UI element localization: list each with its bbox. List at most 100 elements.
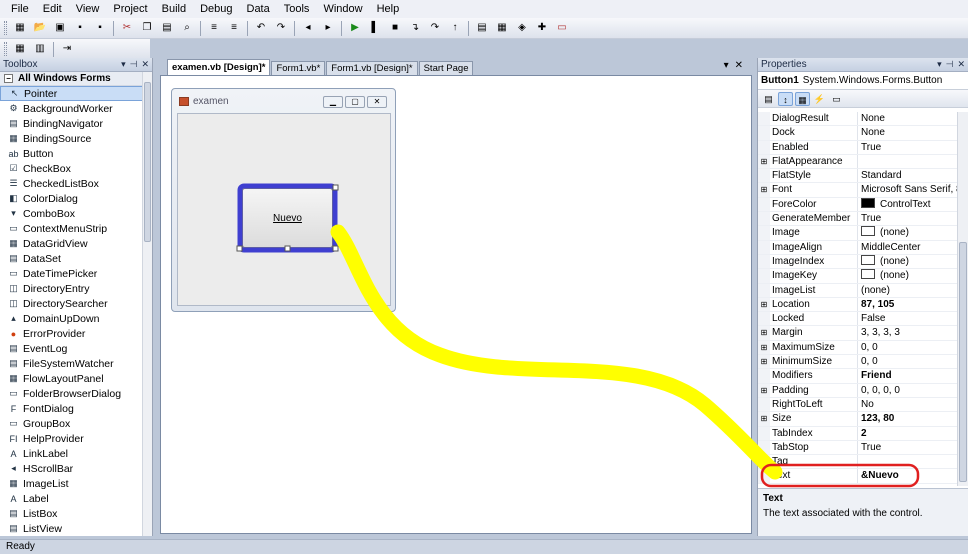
property-value[interactable]: (none)	[858, 254, 958, 268]
property-row-image[interactable]: Image (none)	[758, 226, 958, 241]
toolbox-item-contextmenustrip[interactable]: ▭ ContextMenuStrip	[0, 221, 152, 236]
property-value[interactable]: 123, 80	[858, 412, 958, 425]
toolbox-item-listbox[interactable]: ▤ ListBox	[0, 506, 152, 521]
toolbox-item-folderbrowserdialog[interactable]: ▭ FolderBrowserDialog	[0, 386, 152, 401]
navigate-back-icon[interactable]: ◂	[300, 20, 316, 36]
new-project-icon[interactable]: ▦	[12, 20, 28, 36]
toolbox-item-listview[interactable]: ▤ ListView	[0, 521, 152, 536]
alphabetical-icon[interactable]: ↕	[778, 91, 793, 106]
object-selector[interactable]: Button1 System.Windows.Forms.Button	[758, 72, 968, 90]
expand-icon[interactable]: ⊞	[758, 297, 770, 312]
undo-icon[interactable]: ↶	[253, 20, 269, 36]
toolbar-grip[interactable]	[4, 21, 7, 35]
property-value[interactable]	[858, 155, 958, 168]
expand-icon[interactable]: ⊞	[758, 326, 770, 340]
dropdown-icon[interactable]: ▾	[121, 59, 126, 69]
toolbox-item-bindingnavigator[interactable]: ▤ BindingNavigator	[0, 116, 152, 131]
toolbox-item-dataset[interactable]: ▤ DataSet	[0, 251, 152, 266]
toolbox-item-backgroundworker[interactable]: ⚙ BackgroundWorker	[0, 101, 152, 116]
step-over-icon[interactable]: ↷	[427, 20, 443, 36]
property-row-modifiers[interactable]: Modifiers Friend	[758, 369, 958, 384]
open-icon[interactable]: 📂	[32, 20, 48, 36]
property-value[interactable]: Standard	[858, 169, 958, 182]
expand-icon[interactable]: ⊞	[758, 383, 770, 397]
scroll-thumb[interactable]	[144, 82, 151, 242]
close-icon[interactable]: ✕	[957, 59, 965, 69]
toolbox-item-bindingsource[interactable]: ▦ BindingSource	[0, 131, 152, 146]
property-row-imagekey[interactable]: ImageKey (none)	[758, 269, 958, 284]
document-tab[interactable]: Start Page	[418, 61, 474, 75]
property-value[interactable]: None	[858, 126, 958, 139]
property-value[interactable]: 0, 0	[858, 341, 958, 354]
pin-icon[interactable]: ⊣	[130, 59, 138, 69]
property-value[interactable]: False	[858, 312, 958, 325]
property-value[interactable]: MiddleCenter	[858, 241, 958, 254]
property-value[interactable]: Friend	[858, 369, 958, 382]
align-to-grid-icon[interactable]: ▦	[12, 41, 28, 57]
property-row-imagelist[interactable]: ImageList (none)	[758, 283, 958, 298]
save-all-icon[interactable]: ▪	[92, 20, 108, 36]
property-row-margin[interactable]: ⊞ Margin 3, 3, 3, 3	[758, 326, 958, 341]
property-value[interactable]: (none)	[858, 226, 958, 239]
property-value[interactable]: 0, 0	[858, 355, 958, 368]
align-lefts-icon[interactable]: ▥	[32, 41, 48, 57]
property-value[interactable]: No	[858, 398, 958, 411]
toolbox-item-linklabel[interactable]: A LinkLabel	[0, 446, 152, 461]
property-grid-scrollbar[interactable]	[957, 112, 968, 486]
toolbox-item-imagelist[interactable]: ▦ ImageList	[0, 476, 152, 491]
property-row-flatappearance[interactable]: ⊞ FlatAppearance	[758, 154, 958, 170]
expand-icon[interactable]: ⊞	[758, 340, 770, 355]
toolbox-item-helpprovider[interactable]: FI HelpProvider	[0, 431, 152, 446]
toolbox-item-hscrollbar[interactable]: ◂ HScrollBar	[0, 461, 152, 476]
toolbox-item-directorysearcher[interactable]: ◫ DirectorySearcher	[0, 296, 152, 311]
property-row-padding[interactable]: ⊞ Padding 0, 0, 0, 0	[758, 383, 958, 398]
property-value[interactable]: &Nuevo	[858, 469, 958, 482]
menu-project[interactable]: Project	[106, 0, 154, 18]
document-tab[interactable]: examen.vb [Design]*	[167, 59, 271, 75]
toolbox-item-flowlayoutpanel[interactable]: ▦ FlowLayoutPanel	[0, 371, 152, 386]
menu-edit[interactable]: Edit	[36, 0, 69, 18]
toolbox-icon[interactable]: ✚	[534, 20, 550, 36]
property-row-forecolor[interactable]: ForeColor ControlText	[758, 197, 958, 213]
navigate-forward-icon[interactable]: ▸	[320, 20, 336, 36]
comment-icon[interactable]: ≡	[206, 20, 222, 36]
save-icon[interactable]: ▪	[72, 20, 88, 36]
property-row-dock[interactable]: Dock None	[758, 126, 958, 141]
property-row-dialogresult[interactable]: DialogResult None	[758, 112, 958, 127]
property-row-tabindex[interactable]: TabIndex 2	[758, 426, 958, 441]
property-value[interactable]: 87, 105	[858, 298, 958, 311]
close-icon[interactable]: ✕	[141, 59, 149, 69]
property-row-location[interactable]: ⊞ Location 87, 105	[758, 297, 958, 313]
error-list-icon[interactable]: ▭	[554, 20, 570, 36]
pin-icon[interactable]: ⊣	[946, 59, 954, 69]
menu-tools[interactable]: Tools	[277, 0, 317, 18]
toolbox-item-directoryentry[interactable]: ◫ DirectoryEntry	[0, 281, 152, 296]
property-value[interactable]: Microsoft Sans Serif, 8,	[858, 183, 958, 196]
expand-icon[interactable]: ⊞	[758, 183, 770, 197]
menu-file[interactable]: File	[4, 0, 36, 18]
expand-icon[interactable]: ⊞	[758, 412, 770, 426]
menu-window[interactable]: Window	[316, 0, 369, 18]
property-value[interactable]: True	[858, 441, 958, 454]
property-value[interactable]: True	[858, 141, 958, 154]
dropdown-icon[interactable]: ▾	[937, 59, 942, 69]
property-value[interactable]: True	[858, 212, 958, 225]
toolbox-item-fontdialog[interactable]: F FontDialog	[0, 401, 152, 416]
property-value[interactable]: 2	[858, 427, 958, 440]
toolbox-item-groupbox[interactable]: ▭ GroupBox	[0, 416, 152, 431]
toolbox-item-label[interactable]: A Label	[0, 491, 152, 506]
property-row-text[interactable]: Text &Nuevo	[758, 469, 958, 484]
toolbox-item-datetimepicker[interactable]: ▭ DateTimePicker	[0, 266, 152, 281]
add-item-icon[interactable]: ▣	[52, 20, 68, 36]
property-value[interactable]: 3, 3, 3, 3	[858, 326, 958, 339]
toolbox-item-errorprovider[interactable]: ● ErrorProvider	[0, 326, 152, 341]
cut-icon[interactable]: ✂	[119, 20, 135, 36]
property-row-tag[interactable]: Tag	[758, 455, 958, 470]
menu-data[interactable]: Data	[240, 0, 277, 18]
toolbox-item-combobox[interactable]: ▾ ComboBox	[0, 206, 152, 221]
toolbox-item-checkedlistbox[interactable]: ☰ CheckedListBox	[0, 176, 152, 191]
step-into-icon[interactable]: ↴	[407, 20, 423, 36]
property-row-righttoleft[interactable]: RightToLeft No	[758, 397, 958, 413]
stop-icon[interactable]: ■	[387, 20, 403, 36]
nuevo-button[interactable]: Nuevo	[242, 188, 333, 248]
